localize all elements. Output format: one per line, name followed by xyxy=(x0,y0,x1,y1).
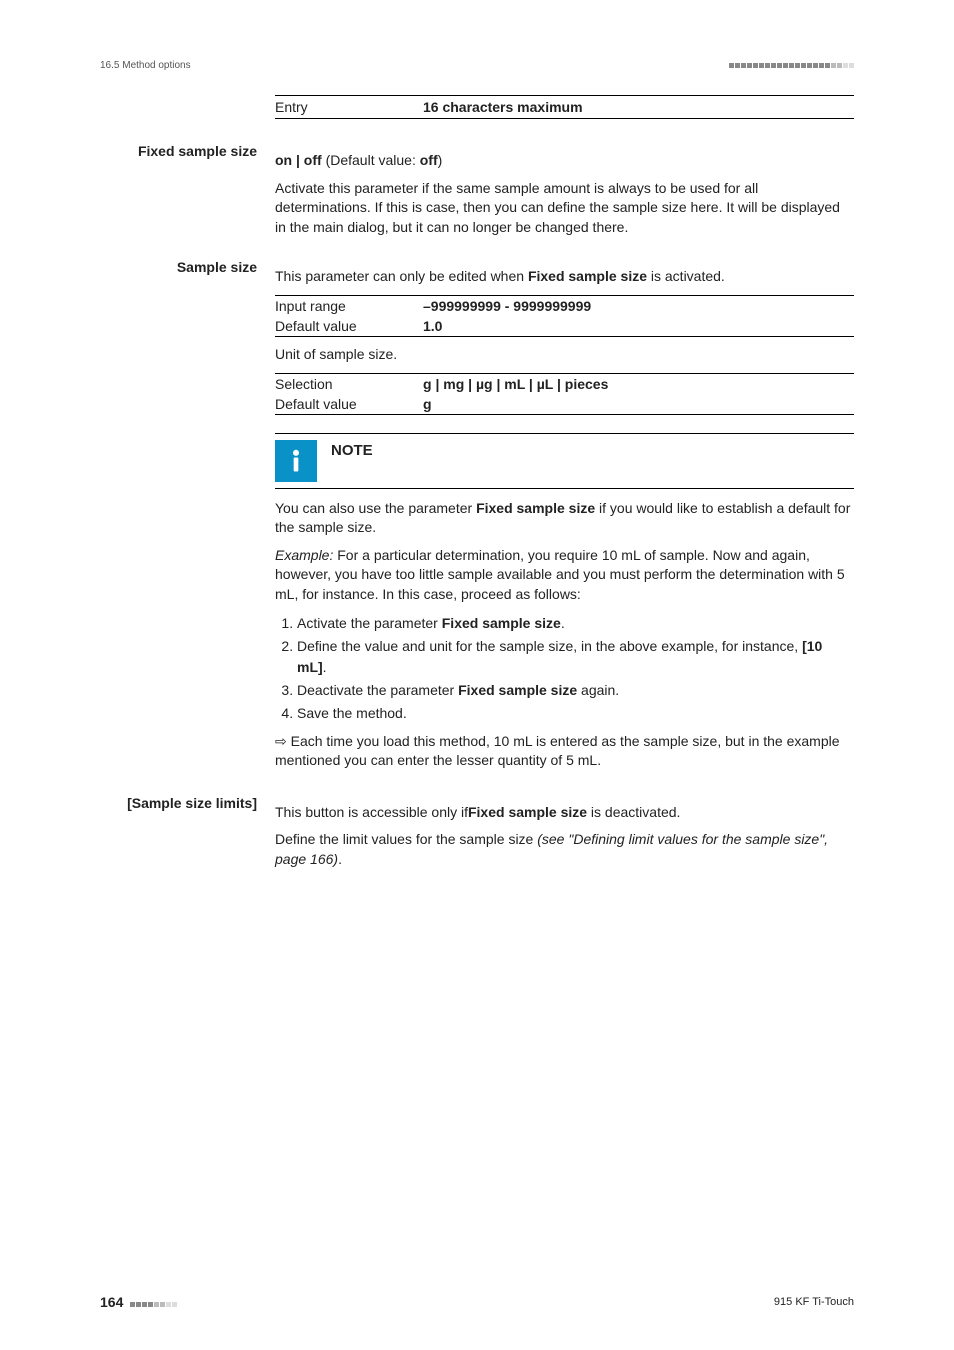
default-value-row-2: Default value g xyxy=(275,394,854,415)
page-number-block: 164 xyxy=(100,1294,178,1310)
heading-fixed-sample-size: Fixed sample size xyxy=(138,143,257,159)
section-crumb: 16.5 Method options xyxy=(100,60,191,71)
limits-p1: This button is accessible only ifFixed s… xyxy=(275,803,854,823)
step-2: Define the value and unit for the sample… xyxy=(297,636,854,678)
entry-value: 16 characters maximum xyxy=(423,99,583,115)
fixed-sample-default-line: on | off (Default value: off) xyxy=(275,151,854,171)
note-title: NOTE xyxy=(331,440,373,459)
input-range-row: Input range –999999999 - 9999999999 xyxy=(275,295,854,316)
step-3: Deactivate the parameter Fixed sample si… xyxy=(297,680,854,701)
fixed-sample-desc: Activate this parameter if the same samp… xyxy=(275,179,854,238)
default-value-row-1: Default value 1.0 xyxy=(275,316,854,337)
doc-title: 915 KF Ti-Touch xyxy=(774,1296,854,1308)
info-icon xyxy=(275,440,317,482)
entry-row: Entry 16 characters maximum xyxy=(275,95,854,119)
limits-p2: Define the limit values for the sample s… xyxy=(275,830,854,869)
step-4: Save the method. xyxy=(297,703,854,724)
unit-label: Unit of sample size. xyxy=(275,345,854,365)
decor-dashes-top xyxy=(728,60,854,71)
note-p1: You can also use the parameter Fixed sam… xyxy=(275,499,854,538)
step-1: Activate the parameter Fixed sample size… xyxy=(297,613,854,634)
note-example: Example: For a particular determination,… xyxy=(275,546,854,605)
sample-size-intro: This parameter can only be edited when F… xyxy=(275,267,854,287)
note-header: NOTE xyxy=(275,433,854,489)
note-result: ⇨ Each time you load this method, 10 mL … xyxy=(275,732,854,771)
entry-label: Entry xyxy=(275,99,423,115)
heading-sample-size: Sample size xyxy=(177,259,257,275)
heading-sample-size-limits: [Sample size limits] xyxy=(127,795,257,811)
steps-list: Activate the parameter Fixed sample size… xyxy=(275,613,854,724)
selection-row: Selection g | mg | µg | mL | µL | pieces xyxy=(275,373,854,394)
decor-dashes-bottom xyxy=(130,1298,178,1310)
